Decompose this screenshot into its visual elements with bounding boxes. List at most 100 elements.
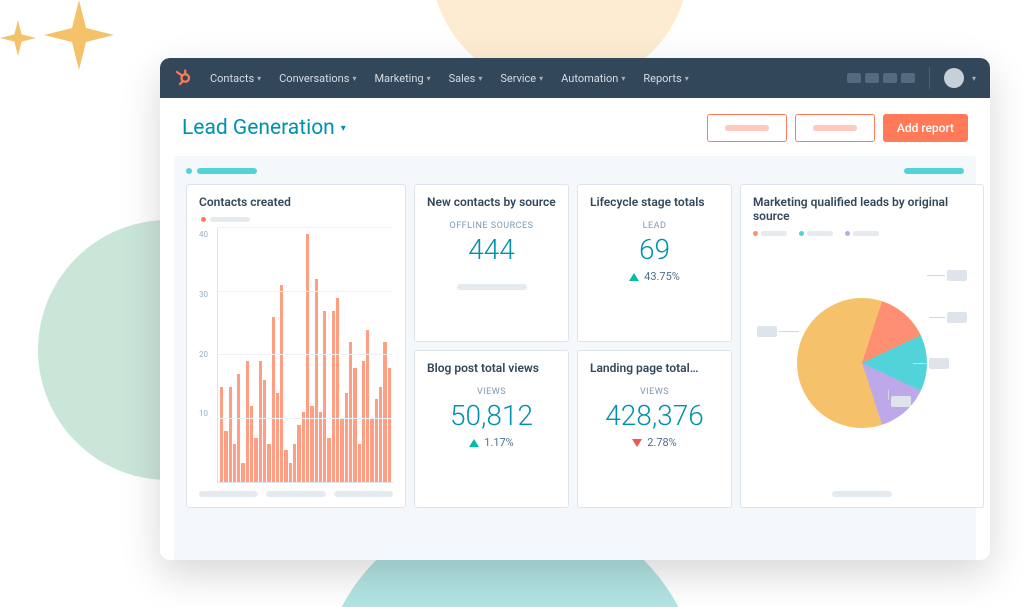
bar: [345, 393, 348, 482]
bar: [220, 387, 223, 482]
y-tick: 20: [199, 350, 217, 359]
label-line: [929, 317, 945, 318]
chevron-down-icon: ▾: [685, 74, 689, 83]
legend-dot: [799, 231, 804, 236]
bar: [302, 412, 305, 482]
title-actions: Add report: [707, 114, 968, 142]
bar: [358, 444, 361, 482]
bar: [246, 361, 249, 482]
bar: [332, 311, 335, 482]
caret-down-icon: ▾: [341, 123, 346, 134]
nav-contacts[interactable]: Contacts▾: [210, 72, 261, 85]
bar: [379, 387, 382, 482]
bar: [336, 298, 339, 482]
label-line: [779, 331, 799, 332]
legend-bar: [904, 168, 964, 174]
legend-item: [845, 231, 879, 236]
bar: [388, 368, 391, 482]
slice-label: [757, 326, 777, 337]
bar: [280, 285, 283, 482]
chevron-down-icon[interactable]: ▾: [972, 74, 976, 83]
bar: [362, 361, 365, 482]
legend-dot: [186, 168, 192, 174]
card-delta: 2.78%: [590, 436, 719, 449]
card-footer: [832, 491, 892, 497]
nav-conversations[interactable]: Conversations▾: [279, 72, 356, 85]
nav-label: Service: [500, 72, 536, 85]
chevron-down-icon: ▾: [427, 74, 431, 83]
card-title: Contacts created: [199, 195, 393, 209]
label-line: [913, 363, 927, 364]
nav-marketing[interactable]: Marketing▾: [374, 72, 430, 85]
bar: [272, 317, 275, 482]
placeholder-label: [725, 125, 769, 131]
action-button-1[interactable]: [707, 114, 787, 142]
delta-text: 43.75%: [644, 270, 680, 283]
placeholder-line: [199, 491, 258, 497]
legend-bar: [210, 217, 250, 222]
card-sublabel: OFFLINE SOURCES: [427, 221, 556, 231]
placeholder-line: [266, 491, 325, 497]
card-new-contacts-by-source[interactable]: New contacts by source OFFLINE SOURCES 4…: [414, 184, 569, 342]
card-landing-page-views[interactable]: Landing page total… VIEWS 428,376 2.78%: [577, 350, 732, 508]
delta-text: 2.78%: [647, 436, 677, 449]
card-value: 428,376: [590, 399, 719, 432]
trend-up-icon: [469, 439, 479, 447]
card-footer: [199, 491, 393, 497]
nav-service[interactable]: Service▾: [500, 72, 543, 85]
placeholder-label: [813, 125, 857, 131]
legend-dot: [753, 231, 758, 236]
bar: [323, 311, 326, 482]
card-sublabel: LEAD: [590, 221, 719, 231]
page-title-text: Lead Generation: [182, 116, 335, 140]
action-button-2[interactable]: [795, 114, 875, 142]
trend-up-icon: [629, 273, 639, 281]
utility-button[interactable]: [883, 73, 897, 83]
bar-chart: 40 30 20 10: [199, 228, 393, 483]
top-nav: Contacts▾ Conversations▾ Marketing▾ Sale…: [160, 58, 990, 98]
bar: [366, 330, 369, 482]
nav-utility-buttons: [847, 73, 915, 83]
nav-reports[interactable]: Reports▾: [643, 72, 688, 85]
bar: [375, 399, 378, 482]
nav-label: Sales: [449, 72, 476, 85]
card-mql-by-source[interactable]: Marketing qualified leads by original so…: [740, 184, 984, 508]
card-lifecycle-stage-totals[interactable]: Lifecycle stage totals LEAD 69 43.75%: [577, 184, 732, 342]
card-delta: 43.75%: [590, 270, 719, 283]
chevron-down-icon: ▾: [478, 74, 482, 83]
sparkle-icon: [0, 20, 36, 56]
utility-button[interactable]: [865, 73, 879, 83]
card-delta: 1.17%: [427, 436, 556, 449]
nav-automation[interactable]: Automation▾: [561, 72, 625, 85]
bar: [340, 419, 343, 483]
nav-sales[interactable]: Sales▾: [449, 72, 483, 85]
page-title-dropdown[interactable]: Lead Generation ▾: [182, 116, 346, 140]
card-blog-post-views[interactable]: Blog post total views VIEWS 50,812 1.17%: [414, 350, 569, 508]
card-contacts-created[interactable]: Contacts created 40 30 20 10: [186, 184, 406, 508]
card-legend: [201, 217, 393, 222]
card-sublabel: VIEWS: [427, 387, 556, 397]
chevron-down-icon: ▾: [621, 74, 625, 83]
legend-item: [904, 168, 964, 174]
card-legend: [753, 231, 971, 236]
utility-button[interactable]: [901, 73, 915, 83]
legend-item: [186, 168, 257, 174]
hubspot-logo-icon[interactable]: [174, 69, 192, 87]
nav-label: Contacts: [210, 72, 254, 85]
card-title: New contacts by source: [427, 195, 556, 209]
trend-down-icon: [632, 439, 642, 447]
nav-label: Conversations: [279, 72, 349, 85]
bar: [327, 438, 330, 482]
avatar[interactable]: [944, 68, 964, 88]
utility-button[interactable]: [847, 73, 861, 83]
chevron-down-icon: ▾: [539, 74, 543, 83]
bar: [229, 387, 232, 482]
bar: [370, 419, 373, 483]
bar: [315, 279, 318, 482]
pie: [797, 298, 927, 428]
nav-items: Contacts▾ Conversations▾ Marketing▾ Sale…: [210, 72, 689, 85]
dashboard-canvas: Contacts created 40 30 20 10: [174, 156, 976, 560]
card-title: Lifecycle stage totals: [590, 195, 719, 209]
bar: [237, 374, 240, 482]
add-report-button[interactable]: Add report: [883, 114, 968, 142]
